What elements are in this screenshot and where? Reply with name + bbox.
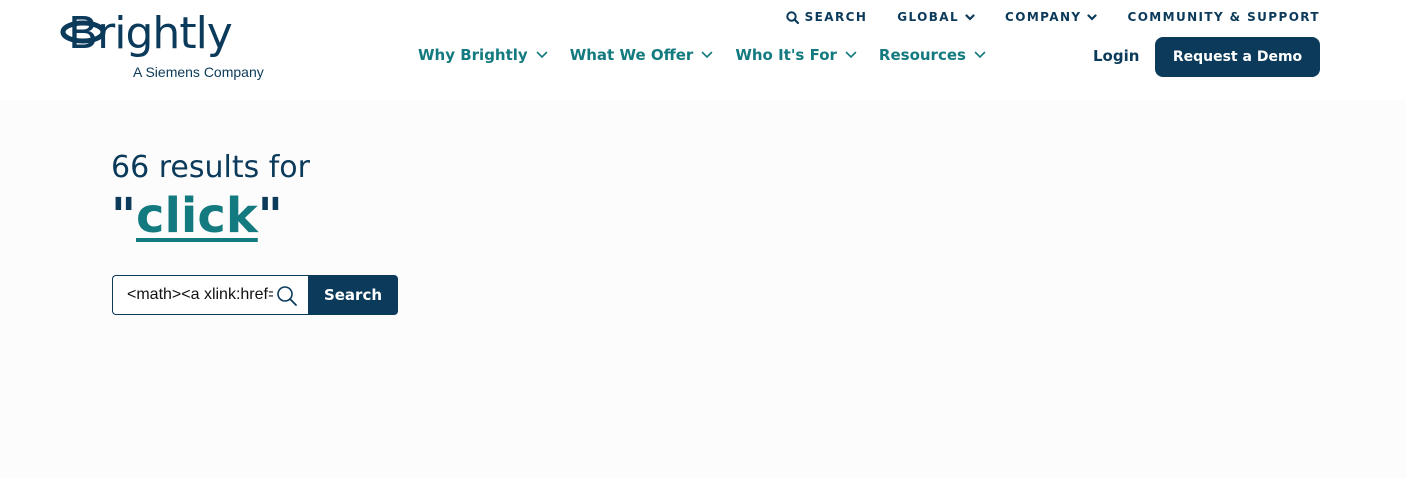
results-count: 66 results for — [111, 150, 310, 185]
results-query: "click" — [111, 188, 310, 244]
utility-global[interactable]: GLOBAL — [897, 10, 975, 24]
nav-why-brightly[interactable]: Why Brightly — [418, 46, 548, 64]
request-demo-button[interactable]: Request a Demo — [1155, 37, 1320, 77]
nav-what-we-offer-label: What We Offer — [569, 46, 694, 64]
search-field — [112, 275, 308, 315]
search-icon — [785, 10, 799, 24]
brightly-logo[interactable]: Brightly A Siemens Company — [58, 6, 288, 86]
site-header: Brightly A Siemens Company SEARCH GLOBAL… — [0, 0, 1406, 100]
login-link[interactable]: Login — [1093, 47, 1139, 65]
open-quote: " — [111, 188, 137, 244]
utility-nav: SEARCH GLOBAL COMPANY COMMUNITY & SUPPOR… — [785, 10, 1320, 24]
utility-search[interactable]: SEARCH — [785, 10, 868, 24]
chevron-down-icon — [974, 51, 986, 59]
search-input[interactable] — [113, 276, 273, 314]
utility-company-label: COMPANY — [1005, 10, 1082, 24]
search-button[interactable]: Search — [308, 275, 398, 315]
nav-who-its-for-label: Who It's For — [735, 46, 837, 64]
utility-community-label: COMMUNITY & SUPPORT — [1127, 10, 1320, 24]
search-form: Search — [112, 275, 398, 315]
chevron-down-icon — [702, 51, 713, 59]
chevron-down-icon — [1087, 13, 1098, 21]
utility-community-support[interactable]: COMMUNITY & SUPPORT — [1127, 10, 1320, 24]
utility-search-label: SEARCH — [804, 10, 868, 24]
close-quote: " — [257, 188, 283, 244]
chevron-down-icon — [845, 51, 857, 59]
query-link[interactable]: click — [136, 188, 258, 244]
main-nav: Why Brightly What We Offer Who It's For … — [418, 46, 986, 64]
search-icon[interactable] — [276, 285, 298, 307]
utility-company[interactable]: COMPANY — [1005, 10, 1098, 24]
logo-wordmark: Brightly — [68, 8, 233, 59]
results-heading: 66 results for "click" — [111, 148, 310, 244]
nav-resources-label: Resources — [878, 46, 966, 64]
nav-who-its-for[interactable]: Who It's For — [735, 46, 857, 64]
chevron-down-icon — [965, 13, 975, 21]
logo-tagline: A Siemens Company — [133, 64, 264, 80]
utility-global-label: GLOBAL — [897, 10, 960, 24]
nav-resources[interactable]: Resources — [879, 46, 986, 64]
nav-why-brightly-label: Why Brightly — [418, 46, 528, 64]
nav-what-we-offer[interactable]: What We Offer — [570, 46, 714, 64]
chevron-down-icon — [536, 51, 548, 59]
